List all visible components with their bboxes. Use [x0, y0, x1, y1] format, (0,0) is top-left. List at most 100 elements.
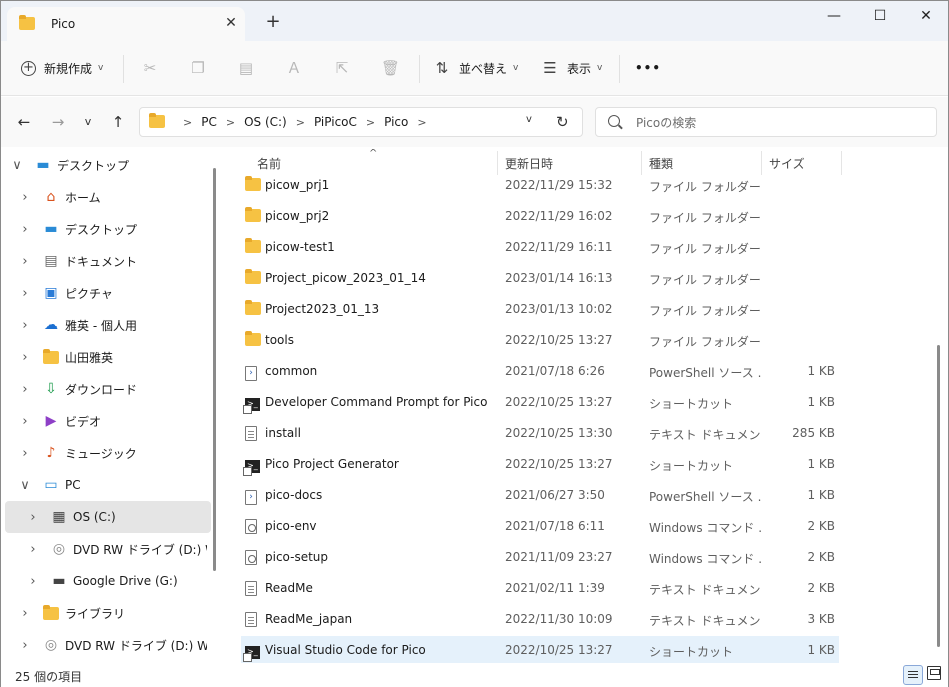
- sidebar-item[interactable]: › ◎ DVD RW ドライブ (D:) WebAr: [1, 629, 207, 661]
- view-button[interactable]: ☰ 表示 v: [541, 55, 602, 81]
- sidebar-item[interactable]: › ☁ 雅英 - 個人用: [1, 309, 207, 341]
- sidebar-item[interactable]: › ⇩ ダウンロード: [1, 373, 207, 405]
- column-header-date[interactable]: 更新日時: [505, 155, 553, 172]
- tab-close-icon[interactable]: ✕: [221, 13, 241, 33]
- column-header-name[interactable]: 名前: [257, 155, 281, 172]
- delete-button[interactable]: 🗑: [381, 55, 407, 81]
- breadcrumb-os-c[interactable]: OS (C:): [244, 115, 287, 129]
- sidebar-item[interactable]: › ⌂ ホーム: [1, 181, 207, 213]
- up-button[interactable]: ↑: [107, 111, 129, 133]
- chevron-right-icon[interactable]: ›: [27, 542, 39, 557]
- sidebar-scrollbar[interactable]: [213, 168, 216, 571]
- address-dropdown-icon[interactable]: v: [526, 114, 532, 125]
- sidebar-item[interactable]: › ▦ OS (C:): [5, 501, 211, 533]
- file-row[interactable]: >_ Visual Studio Code for Pico 2022/10/25 …: [241, 636, 839, 663]
- chevron-right-icon[interactable]: ›: [19, 254, 31, 269]
- file-row[interactable]: › common 2021/07/18 6:26 PowerShell ソース ...…: [241, 357, 839, 385]
- sidebar-item[interactable]: › ▤ ドキュメント: [1, 245, 207, 277]
- chevron-right-icon[interactable]: ›: [19, 350, 31, 365]
- search-box[interactable]: [595, 107, 937, 137]
- file-row[interactable]: picow_prj1 2022/11/29 15:32 ファイル フォルダー: [241, 171, 839, 199]
- sidebar-item[interactable]: › ライブラリ: [1, 597, 207, 629]
- file-row[interactable]: ReadMe_japan 2022/11/30 10:09 テキスト ドキュメント 3…: [241, 605, 839, 633]
- new-button[interactable]: + 新規作成 v: [21, 55, 103, 81]
- address-bar[interactable]: > PC > OS (C:) > PiPicoC > Pico > v ↻: [139, 107, 583, 137]
- file-row[interactable]: >_ Developer Command Prompt for Pico 2022/…: [241, 388, 839, 416]
- file-row[interactable]: tools 2022/10/25 13:27 ファイル フォルダー: [241, 326, 839, 354]
- breadcrumb-separator-icon[interactable]: >: [417, 116, 426, 129]
- column-header-type[interactable]: 種類: [649, 155, 673, 172]
- chevron-right-icon[interactable]: ›: [19, 222, 31, 237]
- sidebar-item[interactable]: ∨ ▬ デスクトップ: [1, 149, 207, 181]
- sidebar-item[interactable]: › ▬ Google Drive (G:): [1, 565, 207, 597]
- share-icon: ⇱: [335, 59, 349, 77]
- chevron-right-icon[interactable]: ›: [19, 638, 31, 653]
- chevron-right-icon[interactable]: ›: [19, 606, 31, 621]
- file-row[interactable]: install 2022/10/25 13:30 テキスト ドキュメント 285 KB: [241, 419, 839, 447]
- sort-button-label: 並べ替え: [459, 61, 508, 76]
- sidebar-item[interactable]: › ◎ DVD RW ドライブ (D:) WebA: [1, 533, 207, 565]
- breadcrumb-pipicoc[interactable]: PiPicoC: [314, 115, 357, 129]
- file-row[interactable]: › pico-docs 2021/06/27 3:50 PowerShell ソース …: [241, 481, 839, 509]
- minimize-button[interactable]: —: [811, 1, 857, 33]
- file-type: ファイル フォルダー: [649, 211, 761, 225]
- sidebar-item[interactable]: › 山田雅英: [1, 341, 207, 373]
- chevron-right-icon[interactable]: ›: [19, 318, 31, 333]
- file-row[interactable]: >_ Pico Project Generator 2022/10/25 13:27…: [241, 450, 839, 478]
- sidebar-item-label: ビデオ: [65, 414, 102, 429]
- sidebar-item[interactable]: › ▣ ピクチャ: [1, 277, 207, 309]
- chevron-down-icon[interactable]: ∨: [11, 158, 23, 173]
- file-row[interactable]: ReadMe 2021/02/11 1:39 テキスト ドキュメント 2 KB: [241, 574, 839, 602]
- breadcrumb-separator-icon[interactable]: >: [366, 116, 375, 129]
- sidebar-item-label: ホーム: [65, 190, 101, 205]
- more-options-button[interactable]: •••: [635, 55, 661, 81]
- file-name: Developer Command Prompt for Pico: [265, 395, 488, 409]
- sidebar-item[interactable]: › ▶ ビデオ: [1, 405, 207, 437]
- tab-pico[interactable]: Pico ✕: [7, 7, 245, 41]
- document-shape: [245, 612, 257, 627]
- chevron-right-icon[interactable]: ›: [19, 446, 31, 461]
- tiles-view-icon[interactable]: [927, 666, 941, 680]
- chevron-right-icon[interactable]: ›: [19, 190, 31, 205]
- breadcrumb-separator-icon[interactable]: >: [296, 116, 305, 129]
- breadcrumb-pico[interactable]: Pico: [384, 115, 408, 129]
- breadcrumb-separator-icon[interactable]: >: [226, 116, 235, 129]
- forward-button[interactable]: →: [47, 111, 69, 133]
- file-row[interactable]: Project_picow_2023_01_14 2023/01/14 16:13…: [241, 264, 839, 292]
- rename-button[interactable]: Ａ: [285, 55, 311, 81]
- sort-button[interactable]: ⇅ 並べ替え v: [433, 55, 519, 81]
- sidebar-item[interactable]: › ♪ ミュージック: [1, 437, 207, 469]
- close-button[interactable]: ✕: [903, 1, 949, 33]
- new-tab-button[interactable]: +: [263, 13, 283, 33]
- copy-button[interactable]: ❐: [189, 55, 215, 81]
- file-row[interactable]: Project2023_01_13 2023/01/13 10:02 ファイル フォ…: [241, 295, 839, 323]
- chevron-right-icon[interactable]: ›: [19, 382, 31, 397]
- column-header-size[interactable]: サイズ: [769, 155, 805, 172]
- breadcrumb-pc[interactable]: PC: [201, 115, 217, 129]
- search-input[interactable]: [636, 114, 916, 132]
- refresh-icon[interactable]: ↻: [556, 113, 569, 131]
- chevron-right-icon[interactable]: ›: [27, 510, 39, 525]
- sidebar-item[interactable]: ∨ ▭ PC: [1, 469, 207, 501]
- recent-locations-button[interactable]: v: [77, 111, 99, 133]
- file-row[interactable]: pico-env 2021/07/18 6:11 Windows コマンド ... 2…: [241, 512, 839, 540]
- maximize-button[interactable]: ☐: [857, 1, 903, 33]
- chevron-right-icon[interactable]: ›: [27, 574, 39, 589]
- file-row[interactable]: picow_prj2 2022/11/29 16:02 ファイル フォルダー: [241, 202, 839, 230]
- search-icon: [608, 115, 620, 127]
- share-button[interactable]: ⇱: [333, 55, 359, 81]
- paste-button[interactable]: ▤: [237, 55, 263, 81]
- file-row[interactable]: pico-setup 2021/11/09 23:27 Windows コマンド .…: [241, 543, 839, 571]
- chevron-down-icon[interactable]: ∨: [19, 478, 31, 493]
- cut-button[interactable]: ✂: [141, 55, 167, 81]
- sidebar-item[interactable]: › ▬ デスクトップ: [1, 213, 207, 245]
- column-divider[interactable]: [841, 151, 842, 175]
- back-button[interactable]: ←: [13, 111, 35, 133]
- file-list-scrollbar[interactable]: [937, 345, 940, 647]
- chevron-right-icon[interactable]: ›: [19, 286, 31, 301]
- chevron-right-icon[interactable]: ›: [19, 414, 31, 429]
- plus-circle-icon: +: [21, 60, 36, 76]
- file-row[interactable]: picow-test1 2022/11/29 16:11 ファイル フォルダー: [241, 233, 839, 261]
- breadcrumb-separator-icon: >: [183, 115, 193, 129]
- details-view-icon[interactable]: [903, 665, 923, 685]
